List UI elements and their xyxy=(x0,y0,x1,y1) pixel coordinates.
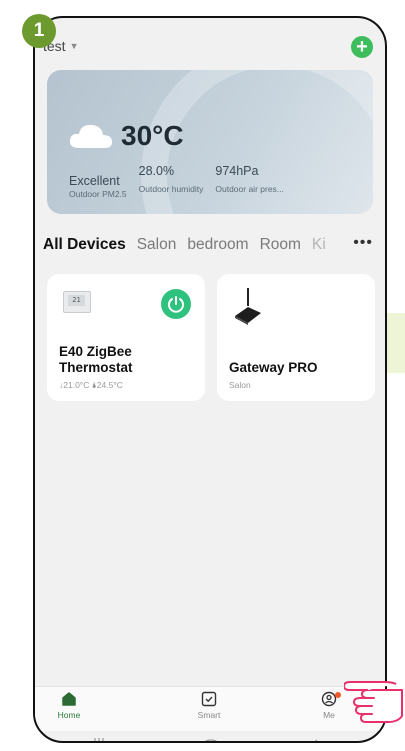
tab-salon[interactable]: Salon xyxy=(137,236,177,254)
power-button[interactable] xyxy=(161,289,191,319)
room-tabs: All Devices Salon bedroom Room Ki xyxy=(43,236,326,254)
weather-stats: Excellent Outdoor PM2.5 28.0% Outdoor hu… xyxy=(69,164,296,199)
bottom-tab-bar: Home Smart Me xyxy=(35,686,385,731)
stat-humidity: 28.0% Outdoor humidity xyxy=(138,164,204,194)
more-icon[interactable]: ••• xyxy=(349,234,373,252)
back-icon xyxy=(314,739,318,741)
device-status: ↓21.0°C 🌢24.5°C xyxy=(59,380,123,390)
device-name: E40 ZigBee Thermostat xyxy=(59,344,133,375)
tab-bedroom[interactable]: bedroom xyxy=(187,236,248,254)
device-room: Salon xyxy=(229,380,251,390)
device-card-thermostat[interactable]: 21 E40 ZigBee Thermostat ↓21.0°C 🌢24.5°C xyxy=(47,274,205,401)
home-icon xyxy=(62,692,76,706)
gateway-icon xyxy=(235,288,261,325)
device-name: Gateway PRO xyxy=(229,360,318,375)
tab-room[interactable]: Room xyxy=(260,236,301,254)
weather-card[interactable]: 30°C Excellent Outdoor PM2.5 28.0% Outdo… xyxy=(47,70,373,214)
system-nav-bar xyxy=(35,730,385,741)
device-card-gateway[interactable]: Gateway PRO Salon xyxy=(217,274,375,401)
smart-checkbox-icon xyxy=(201,691,217,707)
nav-buttons xyxy=(94,738,318,741)
power-icon xyxy=(168,296,184,313)
highlight-marker xyxy=(387,313,405,373)
pointing-hand-icon xyxy=(344,681,403,723)
phone-frame: test ▼ + 30°C Excellent Outdoor PM2.5 28… xyxy=(33,16,387,743)
thermostat-icon: 21 xyxy=(63,291,91,313)
notification-dot xyxy=(335,692,341,698)
temperature: 30°C xyxy=(121,120,184,151)
tab-kitchen[interactable]: Ki xyxy=(312,236,326,254)
tab-all-devices[interactable]: All Devices xyxy=(43,236,126,254)
recent-apps-icon xyxy=(94,738,104,741)
tab-home[interactable]: Home xyxy=(39,691,99,720)
add-device-button[interactable]: + xyxy=(351,36,373,58)
home-button-icon xyxy=(205,739,217,741)
step-number-badge: 1 xyxy=(22,14,56,48)
tab-smart[interactable]: Smart xyxy=(179,691,239,720)
caret-down-icon: ▼ xyxy=(69,41,79,51)
stat-pm25: Excellent Outdoor PM2.5 xyxy=(69,174,127,199)
stat-air-pressure: 974hPa Outdoor air pres... xyxy=(215,164,284,194)
cloud-icon xyxy=(69,124,112,148)
